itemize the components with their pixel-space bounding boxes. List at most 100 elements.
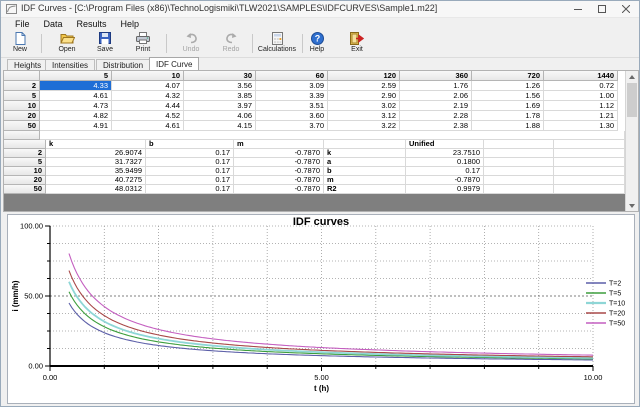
column-header-cell[interactable]: 1440	[544, 71, 618, 81]
intensity-cell[interactable]: 2.90	[328, 91, 400, 101]
corner-header-cell[interactable]	[4, 71, 40, 81]
intensity-cell[interactable]: 1.30	[544, 121, 618, 131]
intensity-cell[interactable]: 2.59	[328, 81, 400, 91]
new-button[interactable]: New	[3, 31, 37, 56]
intensity-cell[interactable]: 3.02	[328, 101, 400, 111]
column-header-cell[interactable]: 120	[328, 71, 400, 81]
column-header-cell[interactable]: 30	[184, 71, 256, 81]
intensity-cell[interactable]: 4.07	[112, 81, 184, 91]
m-value-cell[interactable]: -0.7870	[234, 158, 324, 167]
exit-button[interactable]: Exit	[337, 31, 377, 56]
m-value-cell[interactable]: -0.7870	[234, 149, 324, 158]
column-header-cell[interactable]: Unified	[406, 140, 484, 149]
unified-param-label-cell[interactable]: a	[324, 158, 406, 167]
intensity-cell[interactable]: 3.85	[184, 91, 256, 101]
k-value-cell[interactable]: 35.9499	[46, 167, 146, 176]
grid-vertical-scrollbar[interactable]	[625, 71, 638, 211]
intensity-cell[interactable]: 1.76	[400, 81, 472, 91]
k-value-cell[interactable]: 40.7275	[46, 176, 146, 185]
intensity-cell[interactable]: 4.61	[112, 121, 184, 131]
intensity-cell[interactable]: 4.06	[184, 111, 256, 121]
row-header-cell[interactable]	[4, 131, 40, 140]
empty-cell[interactable]	[484, 158, 554, 167]
intensity-cell[interactable]: 4.82	[40, 111, 112, 121]
empty-cell[interactable]	[554, 158, 625, 167]
unified-value-cell[interactable]: 0.1800	[406, 158, 484, 167]
column-header-cell[interactable]	[484, 140, 554, 149]
column-header-cell[interactable]	[554, 140, 625, 149]
empty-cell[interactable]	[40, 131, 625, 140]
column-header-cell[interactable]: b	[146, 140, 234, 149]
tab-intensities[interactable]: Intensities	[45, 59, 95, 70]
column-header-cell[interactable]: 720	[472, 71, 544, 81]
print-button[interactable]: Print	[123, 31, 163, 56]
row-header-cell[interactable]: 20	[4, 111, 40, 121]
b-value-cell[interactable]: 0.17	[146, 167, 234, 176]
k-value-cell[interactable]: 31.7327	[46, 158, 146, 167]
menu-results[interactable]: Results	[70, 18, 114, 30]
empty-cell[interactable]	[484, 149, 554, 158]
intensity-cell[interactable]: 3.12	[328, 111, 400, 121]
tab-heights[interactable]: Heights	[7, 59, 48, 70]
column-header-cell[interactable]	[324, 140, 406, 149]
tab-distribution[interactable]: Distribution	[96, 59, 150, 70]
menu-help[interactable]: Help	[114, 18, 147, 30]
k-value-cell[interactable]: 26.9074	[46, 149, 146, 158]
b-value-cell[interactable]: 0.17	[146, 185, 234, 194]
unified-value-cell[interactable]: 0.9979	[406, 185, 484, 194]
row-header-cell[interactable]: 10	[4, 167, 46, 176]
column-header-cell[interactable]: k	[46, 140, 146, 149]
empty-cell[interactable]	[554, 185, 625, 194]
column-header-cell[interactable]: 10	[112, 71, 184, 81]
intensity-cell[interactable]: 1.26	[472, 81, 544, 91]
maximize-button[interactable]	[589, 1, 615, 17]
column-header-cell[interactable]: 360	[400, 71, 472, 81]
unified-param-label-cell[interactable]: b	[324, 167, 406, 176]
intensity-cell[interactable]: 3.70	[256, 121, 328, 131]
column-header-cell[interactable]: 5	[40, 71, 112, 81]
redo-button[interactable]: Redo	[213, 31, 249, 56]
intensity-cell[interactable]: 3.97	[184, 101, 256, 111]
intensity-cell[interactable]: 4.32	[112, 91, 184, 101]
column-header-cell[interactable]: 60	[256, 71, 328, 81]
intensity-cell[interactable]: 3.60	[256, 111, 328, 121]
selected-cell[interactable]: 4.33	[40, 81, 112, 91]
intensity-cell[interactable]: 1.88	[472, 121, 544, 131]
intensity-cell[interactable]: 3.39	[256, 91, 328, 101]
empty-cell[interactable]	[484, 185, 554, 194]
help-button[interactable]: ? Help	[297, 31, 337, 56]
intensity-cell[interactable]: 4.91	[40, 121, 112, 131]
corner-header-cell[interactable]	[4, 140, 46, 149]
intensity-cell[interactable]: 3.09	[256, 81, 328, 91]
intensity-cell[interactable]: 1.12	[544, 101, 618, 111]
undo-button[interactable]: Undo	[171, 31, 211, 56]
column-header-cell[interactable]: m	[234, 140, 324, 149]
close-button[interactable]	[613, 1, 639, 17]
unified-value-cell[interactable]: 0.17	[406, 167, 484, 176]
m-value-cell[interactable]: -0.7870	[234, 176, 324, 185]
unified-param-label-cell[interactable]: m	[324, 176, 406, 185]
row-header-cell[interactable]: 5	[4, 91, 40, 101]
menu-data[interactable]: Data	[37, 18, 70, 30]
empty-cell[interactable]	[484, 167, 554, 176]
calculations-button[interactable]: Calculations	[255, 31, 299, 56]
intensity-cell[interactable]: 4.61	[40, 91, 112, 101]
b-value-cell[interactable]: 0.17	[146, 158, 234, 167]
save-button[interactable]: Save	[87, 31, 123, 56]
intensity-cell[interactable]: 1.69	[472, 101, 544, 111]
b-value-cell[interactable]: 0.17	[146, 149, 234, 158]
unified-param-label-cell[interactable]: R2	[324, 185, 406, 194]
intensity-cell[interactable]: 4.44	[112, 101, 184, 111]
intensity-cell[interactable]: 2.28	[400, 111, 472, 121]
empty-cell[interactable]	[484, 176, 554, 185]
m-value-cell[interactable]: -0.7870	[234, 167, 324, 176]
intensity-cell[interactable]: 3.56	[184, 81, 256, 91]
unified-value-cell[interactable]: 23.7510	[406, 149, 484, 158]
unified-value-cell[interactable]: -0.7870	[406, 176, 484, 185]
unified-param-label-cell[interactable]: k	[324, 149, 406, 158]
row-header-cell[interactable]: 50	[4, 121, 40, 131]
intensity-cell[interactable]: 4.52	[112, 111, 184, 121]
k-value-cell[interactable]: 48.0312	[46, 185, 146, 194]
row-header-cell[interactable]: 5	[4, 158, 46, 167]
intensity-cell[interactable]: 2.06	[400, 91, 472, 101]
